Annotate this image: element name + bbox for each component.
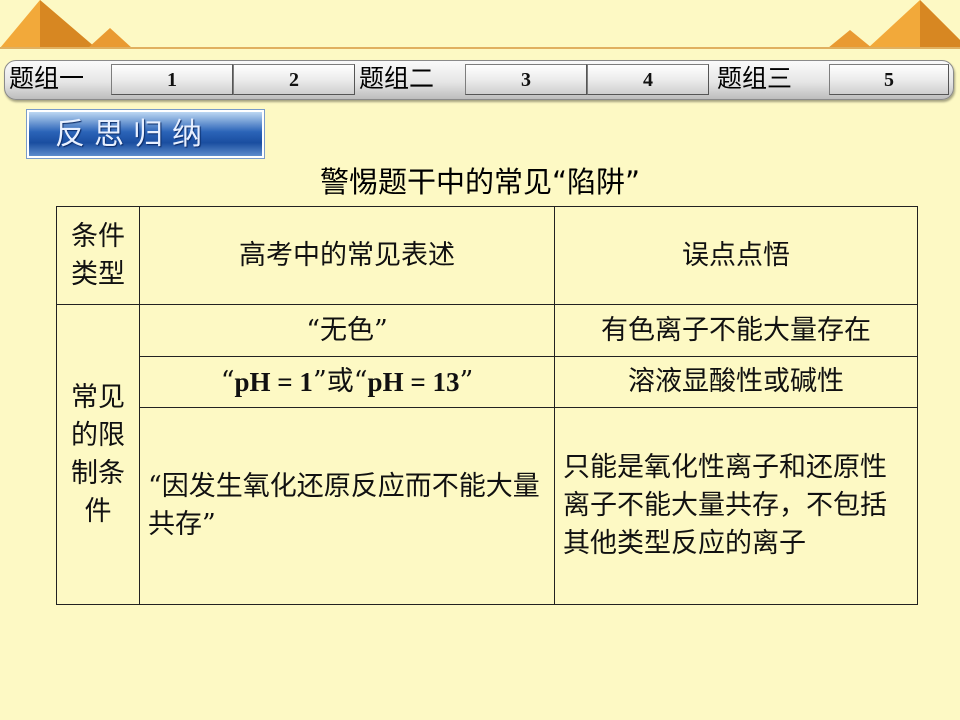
table-border-bottom bbox=[56, 604, 918, 605]
pyramid-left-small bbox=[88, 28, 132, 48]
nav-group-1-label: 题组一 bbox=[9, 64, 85, 93]
pyramid-right-small bbox=[828, 30, 872, 48]
row-1-insight: 有色离子不能大量存在 bbox=[601, 314, 871, 346]
nav-group-2-label: 题组二 bbox=[359, 64, 435, 93]
header-rule bbox=[0, 47, 960, 49]
row-2-expression-or: ”或“ bbox=[312, 366, 368, 397]
row-2-expression-ph-1: pH = 1 bbox=[234, 367, 313, 397]
row-1-expression: “无色” bbox=[306, 314, 388, 346]
nav-button-1[interactable]: 1 bbox=[111, 64, 233, 95]
nav-button-4[interactable]: 4 bbox=[587, 64, 709, 95]
nav-button-5[interactable]: 5 bbox=[829, 64, 949, 95]
section-banner-label: 反思归纳 bbox=[55, 117, 211, 152]
section-banner: 反思归纳 bbox=[27, 110, 264, 158]
pyramid-left-shade bbox=[40, 0, 96, 48]
slide-title: 警惕题干中的常见“陷阱” bbox=[319, 165, 641, 199]
row-3-insight: 只能是氧化性离子和还原性离子不能大量共存，不包括其他类型反应的离子 bbox=[563, 452, 887, 559]
row-2-expression-ph-13: pH = 13 bbox=[367, 367, 460, 397]
row-2-expression-quote-open: “ bbox=[220, 366, 235, 397]
header-common-expression: 高考中的常见表述 bbox=[239, 239, 455, 271]
row-2-insight: 溶液显酸性或碱性 bbox=[628, 366, 844, 397]
header-condition-type: 条件类型 bbox=[71, 220, 125, 290]
table-border-right bbox=[917, 206, 918, 605]
topic-navigation-bar: 题组一 1 2 题组二 3 4 题组三 5 bbox=[4, 60, 954, 100]
group-label-common-restrictions: 常见的限制条件 bbox=[71, 381, 125, 527]
nav-button-3[interactable]: 3 bbox=[465, 64, 587, 95]
nav-group-3-label: 题组三 bbox=[717, 64, 793, 93]
nav-button-2[interactable]: 2 bbox=[233, 64, 355, 95]
row-2-expression-quote-close: ” bbox=[459, 366, 474, 397]
row-3-expression: “因发生氧化还原反应而不能大量共存” bbox=[148, 471, 540, 540]
header-decoration bbox=[0, 0, 960, 49]
row-2-expression: “pH = 1 ”或“ pH = 13” bbox=[140, 357, 554, 407]
header-insight: 误点点悟 bbox=[682, 239, 790, 271]
pyramid-right-shade bbox=[920, 0, 960, 48]
pitfall-table: 条件类型 高考中的常见表述 误点点悟 常见的限制条件 “无色” 有色离子不能大量… bbox=[56, 206, 918, 605]
